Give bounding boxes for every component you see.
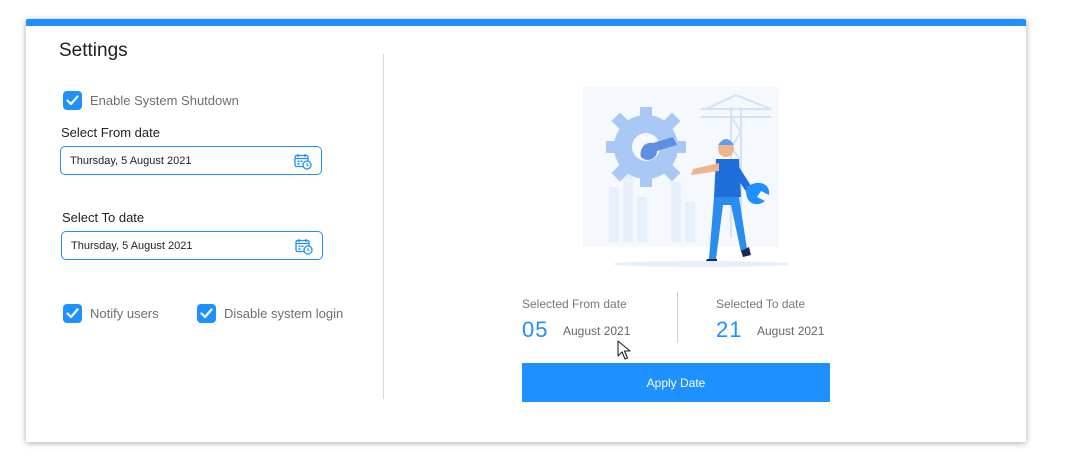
- notify-users-label: Notify users: [90, 306, 159, 321]
- enable-shutdown-label: Enable System Shutdown: [90, 93, 239, 108]
- from-date-input[interactable]: [70, 153, 280, 169]
- check-icon: [66, 308, 79, 319]
- check-icon: [200, 308, 213, 319]
- selected-to-month: August 2021: [757, 324, 825, 338]
- page-title: Settings: [59, 40, 128, 61]
- disable-login-label: Disable system login: [224, 306, 344, 321]
- selected-to-day: 21: [716, 317, 743, 342]
- check-icon: [66, 95, 79, 106]
- calendar-icon[interactable]: [294, 153, 312, 175]
- apply-date-button[interactable]: Apply Date: [522, 363, 830, 402]
- to-date-label: Select To date: [62, 210, 145, 225]
- selected-to-title: Selected To date: [716, 297, 806, 311]
- from-date-field[interactable]: [60, 146, 322, 175]
- calendar-icon[interactable]: [295, 238, 313, 260]
- selected-from-day: 05: [522, 317, 549, 342]
- maintenance-illustration: [583, 87, 789, 267]
- settings-card: Settings Enable System Shutdown Select F…: [26, 19, 1026, 442]
- to-date-field[interactable]: [61, 231, 323, 260]
- notify-users-checkbox[interactable]: [63, 304, 82, 323]
- mouse-cursor-icon: [617, 340, 631, 360]
- to-date-input[interactable]: [71, 238, 281, 254]
- disable-login-checkbox[interactable]: [197, 304, 216, 323]
- selected-from-month: August 2021: [563, 324, 631, 338]
- selected-from-title: Selected From date: [522, 297, 627, 311]
- vertical-divider: [383, 54, 384, 399]
- enable-shutdown-checkbox[interactable]: [63, 91, 82, 110]
- from-date-label: Select From date: [61, 125, 160, 140]
- summary-divider: [677, 292, 678, 343]
- card-top-bar: [26, 19, 1026, 26]
